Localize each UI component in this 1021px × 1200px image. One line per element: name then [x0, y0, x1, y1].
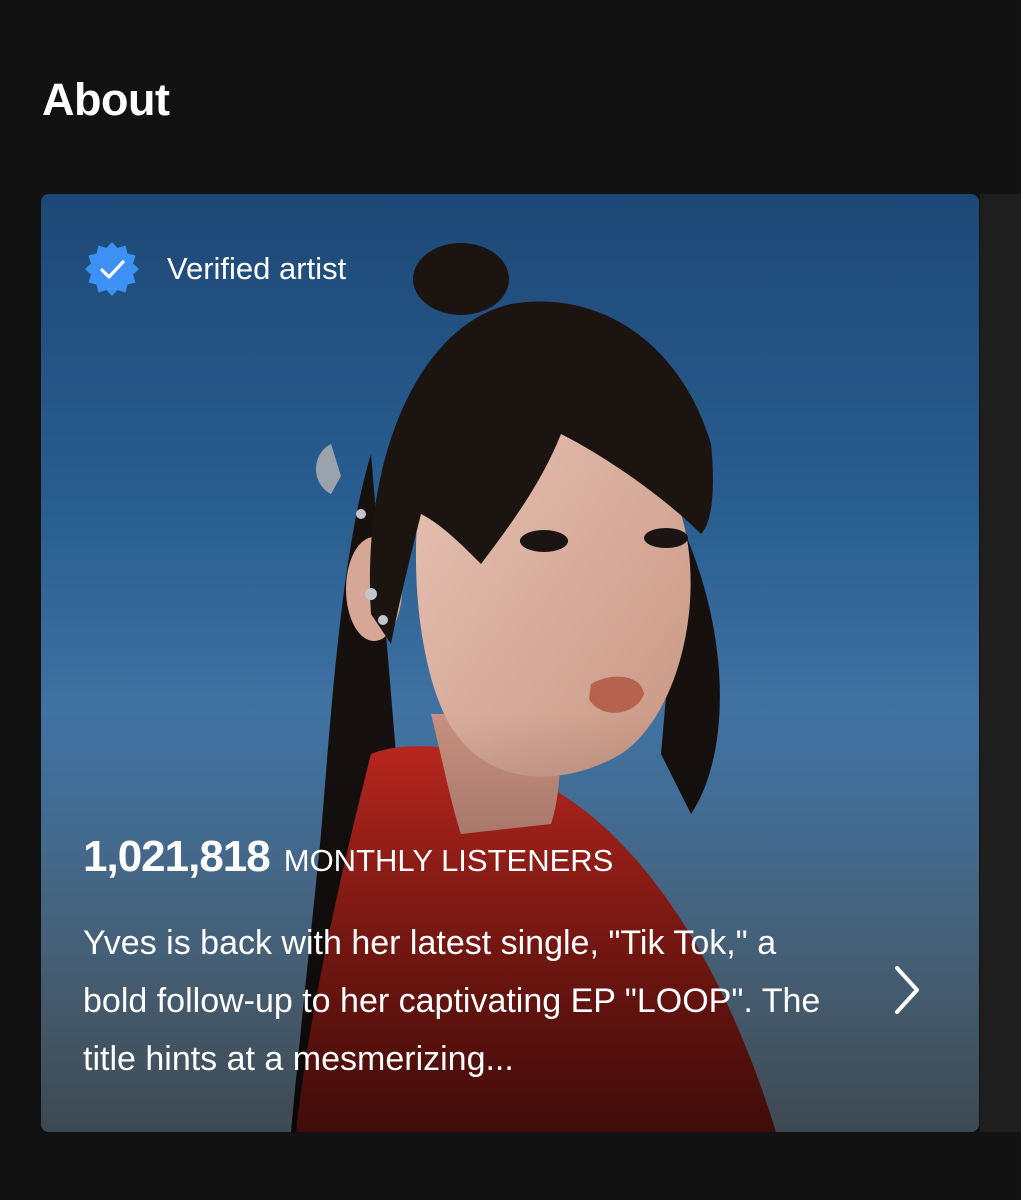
- listeners-label: MONTHLY LISTENERS: [283, 843, 614, 878]
- chevron-right-icon[interactable]: [887, 962, 927, 1018]
- section-title: About: [42, 74, 170, 125]
- verified-label: Verified artist: [167, 251, 347, 286]
- verified-badge: Verified artist: [83, 234, 346, 304]
- about-card[interactable]: Verified artist 1,021,818 MONTHLY LISTEN…: [41, 194, 979, 1132]
- next-card-peek[interactable]: [980, 194, 1021, 1132]
- artist-bio: Yves is back with her latest single, "Ti…: [83, 924, 821, 1078]
- monthly-listeners: 1,021,818 MONTHLY LISTENERS: [83, 832, 613, 882]
- listeners-count: 1,021,818: [83, 832, 271, 881]
- verified-badge-icon: [85, 242, 139, 296]
- about-page: About Verified artist 1,021,818 MONTHLY …: [0, 0, 1021, 1200]
